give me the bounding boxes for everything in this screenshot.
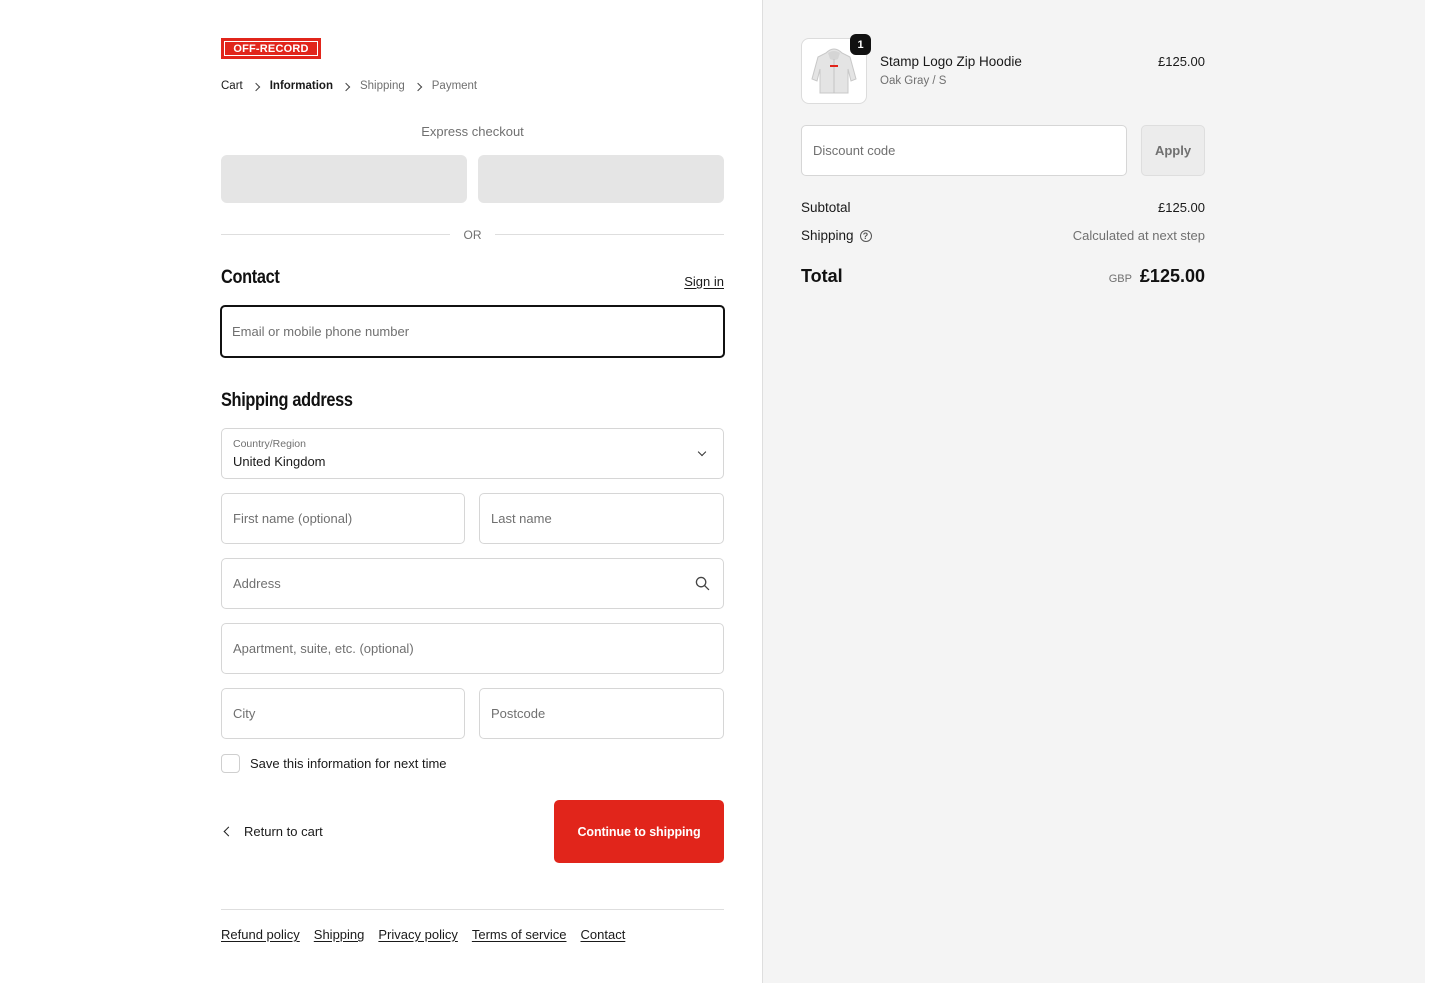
discount-wrapper — [801, 125, 1127, 176]
product-variant: Oak Gray / S — [880, 75, 947, 87]
chevron-right-icon — [243, 79, 270, 93]
country-value: United Kingdom — [233, 454, 326, 469]
brand-logo[interactable]: OFF-RECORD — [221, 38, 321, 59]
apply-discount-button[interactable]: Apply — [1141, 125, 1205, 176]
shipping-label: Shipping — [801, 228, 854, 243]
total-row: Total GBP £125.00 — [801, 266, 1205, 287]
shipping-address-title: Shipping address — [221, 390, 353, 411]
breadcrumb-payment: Payment — [431, 80, 478, 92]
subtotal-label: Subtotal — [801, 200, 851, 215]
or-label: OR — [463, 228, 482, 242]
shipping-label-group: Shipping? — [801, 228, 872, 243]
shipping-value: Calculated at next step — [1072, 228, 1205, 243]
apartment-field[interactable] — [222, 624, 723, 673]
contact-link[interactable]: Contact — [581, 927, 626, 942]
chevron-right-icon — [333, 79, 360, 93]
discount-code-field[interactable] — [802, 126, 1126, 175]
total-amount-group: GBP £125.00 — [1109, 266, 1205, 287]
save-info-row: Save this information for next time — [221, 754, 447, 773]
subtotal-value: £125.00 — [1158, 200, 1205, 215]
express-checkout-title: Express checkout — [421, 124, 524, 139]
help-icon[interactable]: ? — [859, 230, 872, 243]
express-pay-button-1[interactable] — [221, 155, 467, 203]
product-price: £125.00 — [1158, 54, 1205, 69]
return-to-cart-label: Return to cart — [244, 824, 323, 839]
email-field-wrapper — [220, 305, 725, 358]
first-name-wrapper — [221, 493, 465, 544]
breadcrumb-shipping: Shipping — [359, 80, 405, 92]
last-name-field[interactable] — [480, 494, 723, 543]
privacy-policy-link[interactable]: Privacy policy — [378, 927, 457, 942]
sign-in-link[interactable]: Sign in — [684, 274, 724, 289]
chevron-right-icon — [405, 79, 432, 93]
contact-title: Contact — [221, 267, 280, 288]
subtotal-row: Subtotal £125.00 — [801, 200, 1205, 215]
brand-logo-text: OFF-RECORD — [233, 42, 309, 55]
first-name-field[interactable] — [222, 494, 464, 543]
address-wrapper — [221, 558, 724, 609]
shipping-row: Shipping? Calculated at next step — [801, 228, 1205, 243]
save-info-checkbox[interactable] — [221, 754, 240, 773]
city-wrapper — [221, 688, 465, 739]
currency-code: GBP — [1108, 273, 1132, 285]
total-value: £125.00 — [1139, 266, 1205, 286]
express-pay-button-2[interactable] — [478, 155, 724, 203]
shipping-policy-link[interactable]: Shipping — [314, 927, 365, 942]
return-to-cart-link[interactable]: Return to cart — [221, 824, 323, 839]
address-field[interactable] — [222, 559, 723, 608]
continue-to-shipping-button[interactable]: Continue to shipping — [554, 800, 724, 863]
postcode-wrapper — [479, 688, 724, 739]
footer-links: Refund policy Shipping Privacy policy Te… — [221, 927, 625, 942]
window-edge — [1425, 0, 1440, 983]
last-name-wrapper — [479, 493, 724, 544]
city-field[interactable] — [222, 689, 464, 738]
country-select[interactable]: Country/Region United Kingdom — [221, 428, 724, 479]
search-icon — [695, 576, 710, 591]
chevron-down-icon — [697, 447, 707, 457]
product-name: Stamp Logo Zip Hoodie — [880, 54, 1022, 69]
breadcrumb-information: Information — [269, 80, 333, 92]
divider-line-right — [495, 234, 724, 235]
chevron-left-icon — [223, 826, 234, 837]
terms-of-service-link[interactable]: Terms of service — [472, 927, 567, 942]
apartment-wrapper — [221, 623, 724, 674]
postcode-field[interactable] — [480, 689, 723, 738]
breadcrumb-cart[interactable]: Cart — [221, 80, 243, 92]
refund-policy-link[interactable]: Refund policy — [221, 927, 300, 942]
save-info-label[interactable]: Save this information for next time — [250, 756, 447, 771]
country-label: Country/Region — [233, 438, 306, 450]
quantity-badge: 1 — [850, 34, 871, 55]
total-label: Total — [801, 266, 843, 286]
email-field[interactable] — [222, 307, 723, 356]
footer-divider — [221, 909, 724, 910]
or-divider: OR — [221, 228, 724, 242]
breadcrumb: Cart Information Shipping Payment — [221, 79, 477, 93]
